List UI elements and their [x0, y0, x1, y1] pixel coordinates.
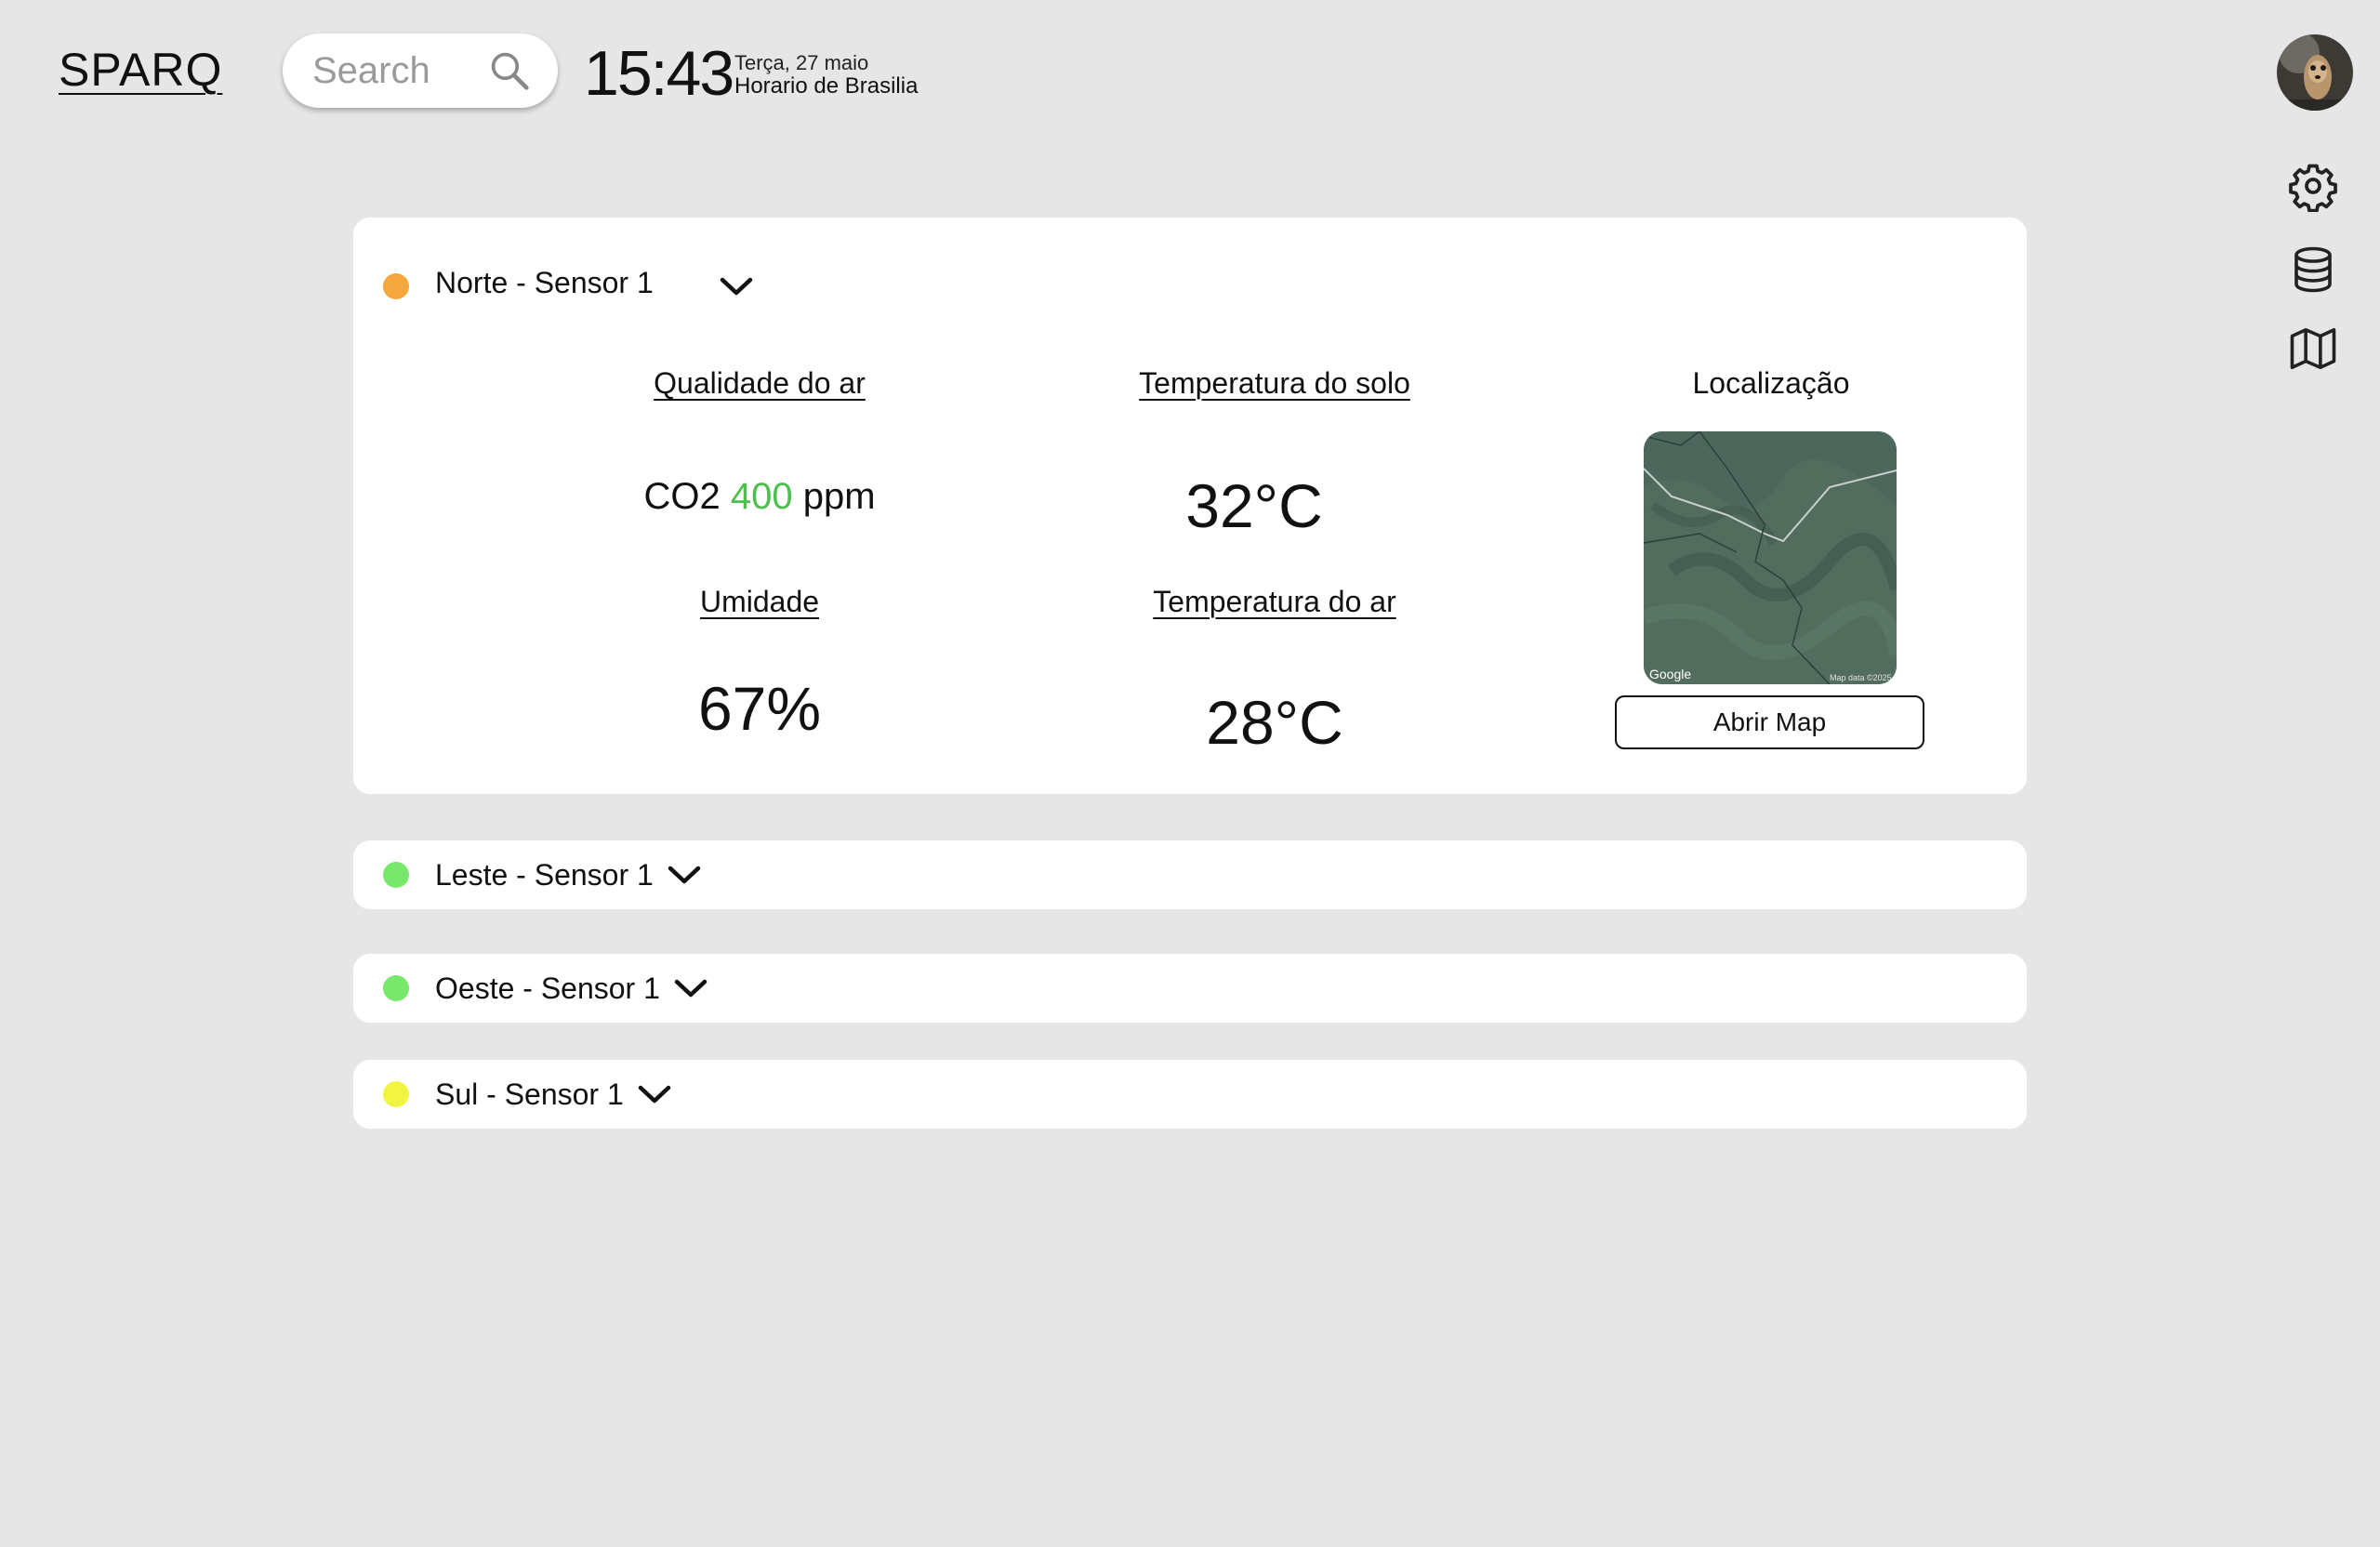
date-block: Terça, 27 maio Horario de Brasilia [734, 51, 919, 99]
sensor-header[interactable]: Sul - Sensor 1 [383, 1060, 672, 1129]
sensor-card-sul[interactable]: Sul - Sensor 1 [353, 1060, 2027, 1129]
humidity-label: Umidade [699, 585, 820, 618]
chevron-down-icon[interactable] [719, 273, 754, 299]
gear-icon [2289, 164, 2337, 212]
air-temp-label: Temperatura do ar [1153, 585, 1396, 618]
sensor-card-leste[interactable]: Leste - Sensor 1 [353, 840, 2027, 909]
sensor-header[interactable]: Oeste - Sensor 1 [383, 954, 708, 1023]
search-input[interactable] [312, 49, 489, 92]
air-quality-label: Qualidade do ar [654, 366, 866, 400]
map-data-credit: Map data ©2025 [1830, 673, 1892, 682]
timezone-text: Horario de Brasilia [734, 73, 919, 99]
date-text: Terça, 27 maio [734, 51, 869, 74]
search-box[interactable] [283, 33, 558, 108]
chevron-down-icon[interactable] [667, 862, 702, 888]
map-icon [2290, 327, 2336, 370]
co2-prefix: CO2 [643, 476, 721, 517]
status-dot [383, 1081, 409, 1107]
map-credit: Google [1649, 667, 1691, 681]
sensor-title: Leste - Sensor 1 [435, 857, 654, 892]
sensor-card-oeste[interactable]: Oeste - Sensor 1 [353, 954, 2027, 1023]
sensor-card-norte: Norte - Sensor 1 Qualidade do ar CO2 400… [353, 218, 2027, 794]
humidity-value: 67% [697, 674, 822, 743]
air-quality-value: CO2 400 ppm [643, 476, 875, 518]
sensor-header[interactable]: Norte - Sensor 1 [383, 266, 754, 359]
status-dot [383, 975, 409, 1001]
settings-button[interactable] [2285, 158, 2341, 214]
map-thumbnail[interactable]: Google Map data ©2025 [1644, 431, 1897, 684]
sensor-title: Oeste - Sensor 1 [435, 971, 660, 1005]
location-label: Localização [1692, 366, 1850, 400]
soil-temp-label: Temperatura do solo [1139, 366, 1410, 400]
status-dot [383, 273, 409, 299]
sensor-header[interactable]: Leste - Sensor 1 [383, 840, 702, 909]
open-map-button[interactable]: Abrir Map [1615, 695, 1924, 749]
chevron-down-icon[interactable] [637, 1081, 672, 1107]
chevron-down-icon[interactable] [673, 975, 708, 1001]
avatar[interactable] [2277, 34, 2353, 111]
database-icon [2294, 246, 2332, 293]
air-temp-value: 28°C [1206, 688, 1343, 757]
terrain-map-image: Google Map data ©2025 [1644, 431, 1897, 684]
clock-time: 15:43 [584, 38, 734, 109]
sensor-title: Sul - Sensor 1 [435, 1077, 624, 1111]
soil-temp-value: 32°C [1185, 471, 1323, 540]
status-dot [383, 862, 409, 888]
sensor-title: Norte - Sensor 1 [435, 266, 654, 299]
co2-value: 400 [730, 476, 793, 517]
avatar-image [2277, 34, 2353, 111]
co2-unit: ppm [802, 476, 876, 517]
search-icon[interactable] [489, 48, 530, 93]
map-button[interactable] [2285, 321, 2341, 377]
database-button[interactable] [2285, 242, 2341, 298]
app-logo[interactable]: SPARQ [59, 43, 222, 97]
